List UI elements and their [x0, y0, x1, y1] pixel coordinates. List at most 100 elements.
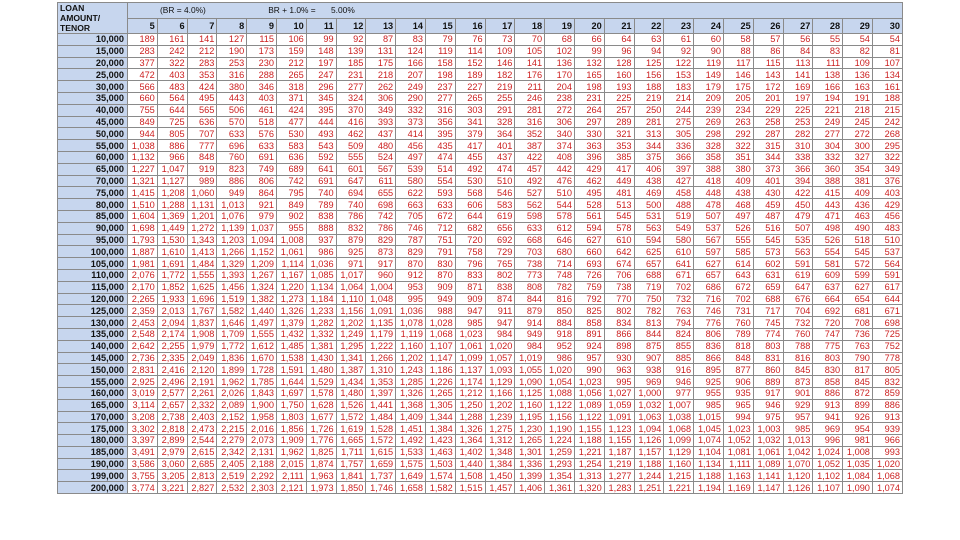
installment-cell: 291: [484, 103, 516, 117]
installment-cell: 935: [722, 386, 754, 400]
installment-cell: 1,233: [305, 304, 337, 318]
installment-cell: 242: [871, 115, 904, 129]
installment-cell: 3,019: [127, 386, 158, 400]
installment-cell: 353: [603, 139, 635, 152]
installment-cell: 573: [752, 245, 784, 259]
installment-cell: 124: [395, 44, 426, 58]
installment-cell: 1,091: [603, 410, 635, 424]
installment-cell: 463: [842, 209, 873, 223]
installment-cell: 1,515: [454, 481, 486, 495]
installment-cell: 663: [395, 198, 426, 211]
installment-cell: 1,220: [275, 280, 307, 294]
installment-cell: 580: [663, 233, 695, 247]
installment-cell: 848: [186, 150, 218, 164]
installment-cell: 1,244: [633, 469, 665, 483]
installment-cell: 524: [365, 150, 397, 164]
installment-cell: 2,261: [186, 386, 218, 400]
installment-cell: 1,160: [663, 457, 695, 471]
installment-cell: 886: [156, 139, 188, 152]
table-row: 180,000 3,397 2,899 2,544 2,279 2,073 1,909 1,7…: [57, 434, 904, 447]
installment-cell: 1,354: [544, 469, 575, 483]
installment-cell: 477: [275, 115, 307, 129]
installment-cell: 919: [186, 162, 218, 176]
installment-cell: 1,677: [305, 410, 337, 424]
installment-cell: 1,908: [186, 327, 218, 341]
installment-cell: 656: [484, 221, 516, 235]
installment-cell: 725: [156, 115, 188, 129]
installment-cell: 1,572: [335, 410, 367, 424]
installment-cell: 885: [663, 351, 695, 365]
installment-cell: 429: [871, 198, 904, 211]
installment-cell: 725: [871, 327, 904, 341]
installment-cell: 328: [693, 139, 724, 152]
loan-repayment-table: LOAN AMOUNT/ TENOR (BR = 4.0%) BR + 1.0%…: [57, 2, 904, 495]
installment-cell: 561: [573, 209, 605, 223]
installment-cell: 149: [693, 68, 724, 82]
installment-cell: 946: [752, 398, 784, 412]
installment-cell: 296: [305, 80, 337, 93]
table-row: 25,000 472 403 353 316 288 265 247 231 218 207 198 1…: [57, 68, 904, 82]
installment-cell: 1,215: [663, 469, 695, 483]
installment-cell: 1,526: [335, 398, 367, 412]
installment-cell: 549: [663, 221, 695, 235]
loan-amount-cell: 85,000: [57, 209, 128, 223]
installment-cell: 1,379: [275, 316, 307, 329]
installment-cell: 352: [514, 127, 546, 141]
tenor-header-cell: 21: [603, 17, 635, 34]
installment-cell: 895: [693, 363, 724, 377]
table-row: 120,000 2,265 1,933 1,696 1,519 1,382 1,273 1,1…: [57, 292, 904, 306]
installment-cell: 969: [633, 375, 665, 388]
installment-cell: 437: [484, 150, 516, 164]
installment-cell: 2,332: [186, 398, 218, 412]
installment-cell: 886: [812, 386, 844, 400]
installment-cell: 56: [782, 33, 814, 46]
table-row: 199,000 3,755 3,205 2,813 2,519 2,292 2,111 1,9…: [57, 469, 904, 483]
installment-cell: 1,336: [514, 457, 546, 471]
installment-cell: 2,094: [156, 316, 188, 329]
installment-cell: 2,188: [246, 457, 277, 471]
installment-cell: 668: [514, 233, 546, 247]
installment-cell: 238: [544, 91, 575, 105]
installment-cell: 870: [424, 268, 456, 282]
installment-cell: 435: [424, 139, 456, 152]
installment-cell: 1,413: [186, 245, 218, 259]
installment-cell: 789: [305, 198, 337, 211]
installment-cell: 833: [454, 268, 486, 282]
loan-amount-cell: 175,000: [57, 422, 128, 436]
table-row: 155,000 2,925 2,496 2,191 1,962 1,785 1,644 1,5…: [57, 375, 904, 388]
installment-cell: 1,578: [305, 386, 337, 400]
installment-cell: 290: [395, 91, 426, 105]
installment-cell: 1,711: [335, 445, 367, 459]
installment-cell: 1,163: [722, 469, 754, 483]
installment-cell: 1,156: [335, 304, 367, 318]
installment-cell: 1,979: [186, 339, 218, 353]
table-row: 150,000 2,831 2,416 2,120 1,899 1,728 1,591 1,4…: [57, 363, 904, 377]
installment-cell: 322: [156, 56, 188, 70]
installment-cell: 1,004: [365, 280, 397, 294]
installment-cell: 1,226: [424, 375, 456, 388]
installment-cell: 105: [514, 44, 546, 58]
installment-cell: 704: [782, 304, 814, 318]
installment-cell: 1,045: [693, 422, 724, 436]
installment-cell: 1,017: [335, 268, 367, 282]
installment-cell: 680: [544, 245, 575, 259]
installment-cell: 86: [752, 44, 784, 58]
installment-cell: 949: [424, 292, 456, 306]
installment-cell: 1,364: [454, 434, 486, 447]
installment-cell: 530: [275, 127, 307, 141]
table-row: 165,000 3,114 2,657 2,332 2,089 1,900 1,750 1,6…: [57, 398, 904, 412]
loan-amount-cell: 20,000: [57, 56, 128, 70]
installment-cell: 2,215: [216, 422, 248, 436]
installment-cell: 858: [573, 316, 605, 329]
installment-cell: 1,406: [514, 481, 546, 495]
installment-cell: 2,519: [216, 469, 248, 483]
installment-cell: 1,434: [335, 375, 367, 388]
installment-cell: 963: [603, 363, 635, 377]
installment-cell: 82: [842, 44, 873, 58]
installment-cell: 1,266: [216, 245, 248, 259]
installment-cell: 1,305: [424, 398, 456, 412]
installment-cell: 760: [782, 327, 814, 341]
installment-cell: 2,925: [127, 375, 158, 388]
installment-cell: 531: [633, 209, 665, 223]
table-row: 190,000 3,586 3,060 2,685 2,405 2,188 2,015 1,8…: [57, 457, 904, 471]
